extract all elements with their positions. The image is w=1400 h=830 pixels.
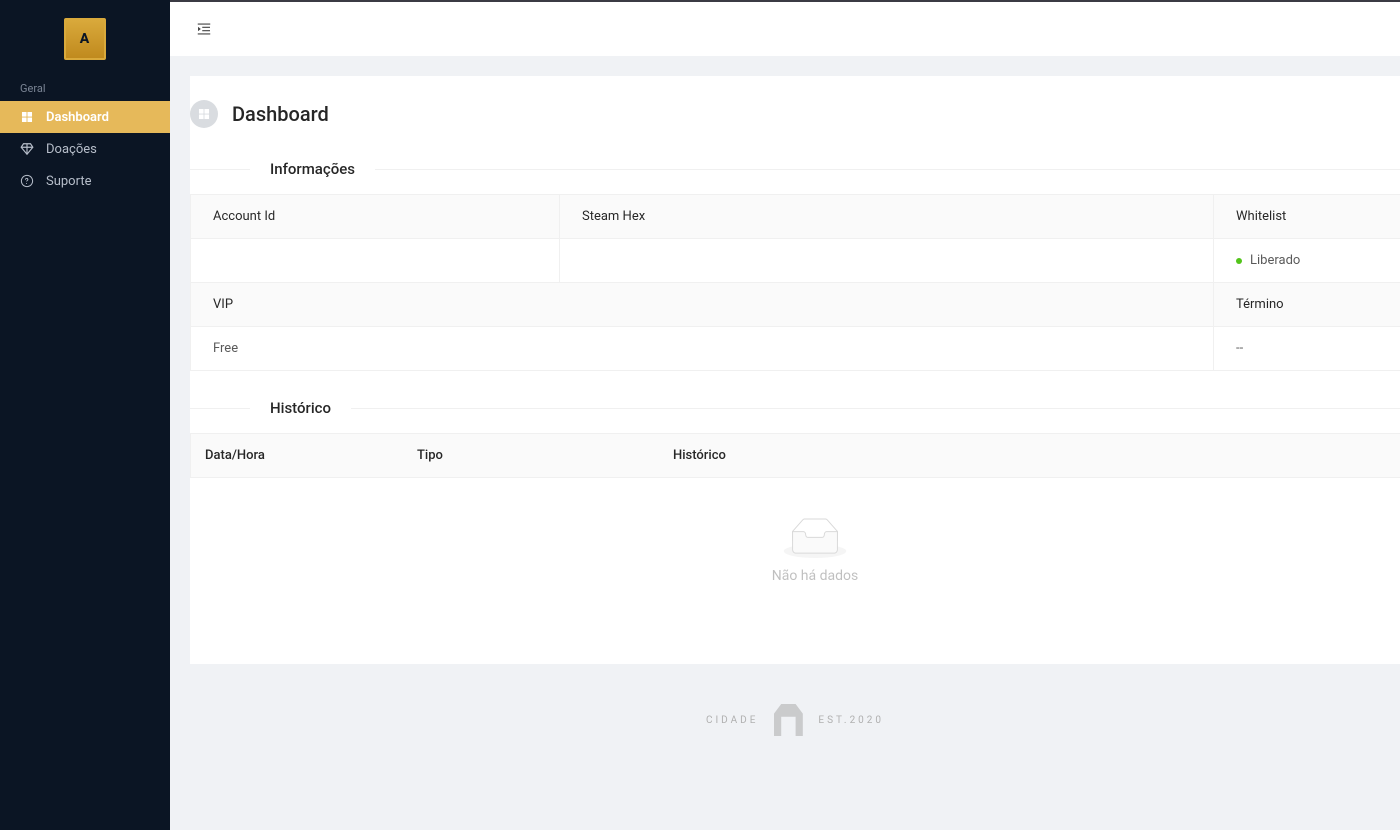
dashboard-title-icon — [190, 100, 218, 128]
sidebar-item-label: Doações — [46, 142, 97, 157]
topbar — [170, 0, 1400, 56]
history-col-type: Tipo — [403, 434, 659, 477]
value-steam-hex — [560, 239, 1214, 283]
content[interactable]: Dashboard Informações Account Id Steam H… — [170, 56, 1400, 830]
whitelist-status-text: Liberado — [1250, 253, 1300, 268]
divider-historico: Histórico — [190, 399, 1400, 417]
footer: CIDADE EST.2020 — [190, 684, 1400, 756]
section-title-informacoes: Informações — [270, 160, 355, 178]
sidebar-item-doacoes[interactable]: Doações — [0, 133, 170, 165]
divider-informacoes: Informações — [190, 160, 1400, 178]
status-dot-icon — [1236, 258, 1242, 264]
question-icon — [20, 174, 34, 188]
label-termino: Término — [1214, 283, 1400, 327]
menu-fold-icon[interactable] — [194, 19, 214, 39]
value-vip: Free — [190, 327, 1214, 371]
dashboard-card: Dashboard Informações Account Id Steam H… — [190, 76, 1400, 664]
footer-left-text: CIDADE — [706, 715, 758, 726]
diamond-icon — [20, 142, 34, 156]
sidebar-menu: Dashboard Doações Suporte — [0, 101, 170, 197]
value-whitelist: Liberado — [1214, 239, 1400, 283]
label-account-id: Account Id — [190, 194, 560, 239]
sidebar: A Geral Dashboard Doações Suporte — [0, 0, 170, 830]
history-table-header: Data/Hora Tipo Histórico — [190, 433, 1400, 478]
empty-box-icon — [783, 518, 847, 558]
info-table: Account Id Steam Hex Whitelist Liberado … — [190, 194, 1400, 371]
label-steam-hex: Steam Hex — [560, 194, 1214, 239]
empty-text: Não há dados — [190, 568, 1400, 584]
empty-state: Não há dados — [190, 478, 1400, 634]
dashboard-icon — [20, 110, 34, 124]
brand-logo: A — [0, 0, 170, 78]
value-termino: -- — [1214, 327, 1400, 371]
sidebar-item-suporte[interactable]: Suporte — [0, 165, 170, 197]
footer-logo-icon — [770, 704, 806, 736]
sidebar-section-label: Geral — [0, 78, 170, 101]
history-col-history: Histórico — [659, 434, 1400, 477]
main-area: Dashboard Informações Account Id Steam H… — [170, 0, 1400, 830]
history-col-datetime: Data/Hora — [191, 434, 403, 477]
label-whitelist: Whitelist — [1214, 194, 1400, 239]
sidebar-item-label: Dashboard — [46, 110, 109, 125]
value-account-id — [190, 239, 560, 283]
footer-right-text: EST.2020 — [818, 715, 884, 726]
sidebar-item-dashboard[interactable]: Dashboard — [0, 101, 170, 133]
section-title-historico: Histórico — [270, 399, 331, 417]
label-vip: VIP — [190, 283, 1214, 327]
page-title: Dashboard — [232, 102, 329, 126]
sidebar-item-label: Suporte — [46, 174, 91, 189]
brand-logo-icon: A — [64, 18, 106, 60]
